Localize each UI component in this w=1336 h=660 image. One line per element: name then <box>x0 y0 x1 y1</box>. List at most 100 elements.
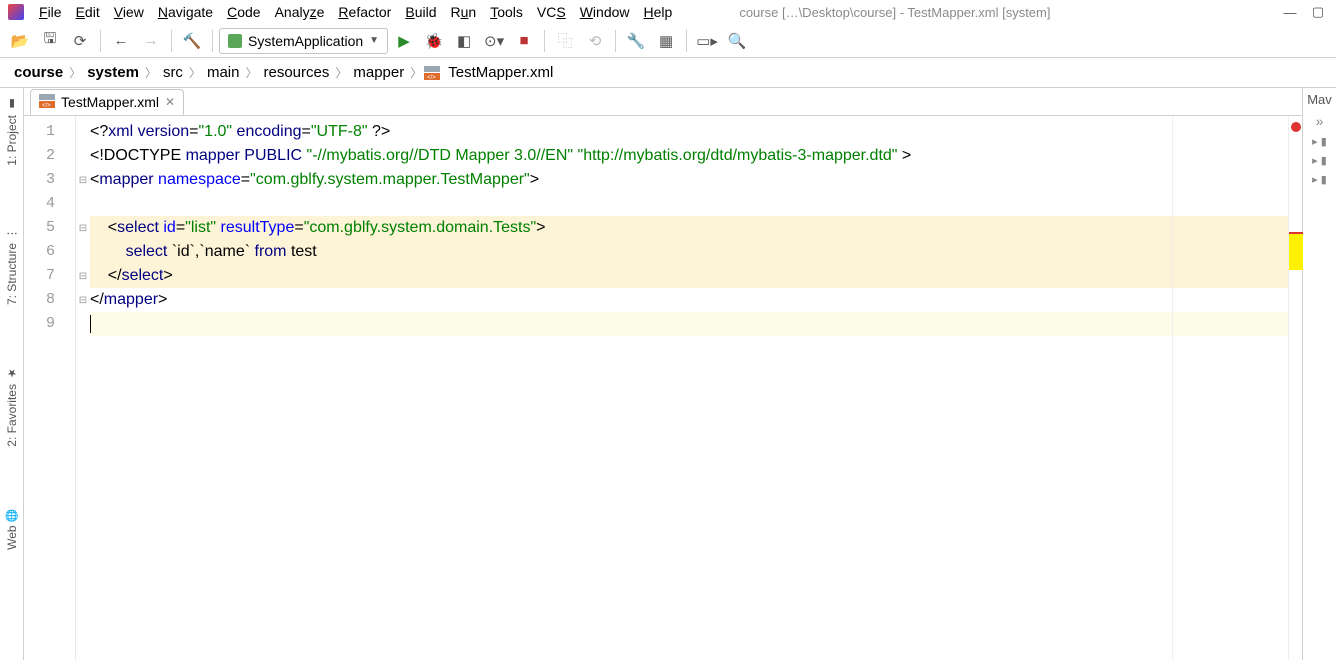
star-icon: ★ <box>5 367 18 380</box>
wrench-icon[interactable]: 🔧 <box>622 27 650 55</box>
coverage-icon[interactable]: ◧ <box>450 27 478 55</box>
menu-tools[interactable]: Tools <box>483 4 530 20</box>
code-line: <!DOCTYPE mapper PUBLIC "-//mybatis.org/… <box>90 144 1288 168</box>
fold-gutter: ⊟ ⊟ ⊟ ⊟ <box>76 116 90 660</box>
web-tool-button[interactable]: Web🌐 <box>5 502 19 556</box>
web-label: Web <box>5 526 19 550</box>
more-icon[interactable]: » <box>1316 113 1324 129</box>
breadcrumb-item[interactable]: src <box>159 64 187 81</box>
menu-build[interactable]: Build <box>398 4 443 20</box>
breadcrumb-item[interactable]: system <box>83 64 143 81</box>
code-line: select `id`,`name` from test <box>90 240 1288 264</box>
menu-run[interactable]: Run <box>444 4 484 20</box>
separator <box>100 30 101 52</box>
editor-column: </> TestMapper.xml ✕ 1 2 3 4 5 6 7 8 9 <box>24 88 1302 660</box>
menu-navigate-label: avigate <box>168 4 213 20</box>
stop-icon[interactable]: ■ <box>510 27 538 55</box>
window-title: course […\Desktop\course] - TestMapper.x… <box>679 5 1276 20</box>
fold-empty <box>76 240 90 264</box>
maximize-button[interactable]: ▢ <box>1304 4 1332 20</box>
fold-end-icon: ⊟ <box>76 288 90 312</box>
menu-analyze-label: e <box>317 4 325 20</box>
separator <box>171 30 172 52</box>
line-number-gutter: 1 2 3 4 5 6 7 8 9 <box>24 116 76 660</box>
code-line: </mapper> <box>90 288 1288 312</box>
rail-marker[interactable]: ▸ ▮ <box>1303 173 1336 186</box>
search-icon[interactable]: 🔍 <box>723 27 751 55</box>
maven-tool-button[interactable]: Mav <box>1307 92 1332 107</box>
breadcrumb-item[interactable]: main <box>203 64 244 81</box>
right-tool-rail: Mav » ▸ ▮ ▸ ▮ ▸ ▮ <box>1302 88 1336 660</box>
breadcrumb-item[interactable]: course <box>10 64 67 81</box>
fold-toggle-icon[interactable]: ⊟ <box>76 168 90 192</box>
project-icon: ▮ <box>5 98 18 111</box>
svg-text:</>: </> <box>427 75 436 80</box>
menu-code-label: ode <box>237 4 260 20</box>
warning-marker[interactable] <box>1289 234 1303 270</box>
breadcrumb-item[interactable]: resources <box>259 64 333 81</box>
menu-edit[interactable]: Edit <box>69 4 107 20</box>
line-number: 7 <box>24 264 75 288</box>
build-icon[interactable]: 🔨 <box>178 27 206 55</box>
error-indicator-icon[interactable] <box>1291 122 1301 132</box>
forward-icon[interactable]: → <box>137 27 165 55</box>
code-line: <select id="list" resultType="com.gblfy.… <box>90 216 1288 240</box>
fold-empty <box>76 192 90 216</box>
menu-file[interactable]: File <box>32 4 69 20</box>
breadcrumb-item[interactable]: mapper <box>349 64 408 81</box>
sync-icon[interactable]: ⟳ <box>66 27 94 55</box>
code-area[interactable]: <?xml version="1.0" encoding="UTF-8" ?> … <box>90 116 1288 660</box>
line-number: 4 <box>24 192 75 216</box>
structure-rail-icon: ⋮ <box>5 228 18 239</box>
project-tool-button[interactable]: 1: Project ▮ <box>5 92 19 172</box>
line-number: 6 <box>24 240 75 264</box>
attach-icon[interactable]: ⿻ <box>551 27 579 55</box>
run-icon[interactable]: ▶ <box>390 27 418 55</box>
menu-help[interactable]: Help <box>637 4 680 20</box>
structure-tool-button[interactable]: 7: Structure⋮ <box>5 222 19 311</box>
toolbar: 📂 🖫 ⟳ ← → 🔨 SystemApplication ▼ ▶ 🐞 ◧ ⊙▾… <box>0 24 1336 58</box>
presentation-icon[interactable]: ▭▸ <box>693 27 721 55</box>
code-line <box>90 192 1288 216</box>
menu-window[interactable]: Window <box>573 4 637 20</box>
updates-icon[interactable]: ⟲ <box>581 27 609 55</box>
error-stripe[interactable] <box>1288 116 1302 660</box>
save-all-icon[interactable]: 🖫 <box>36 27 64 55</box>
menu-edit-label: dit <box>85 4 100 20</box>
fold-toggle-icon[interactable]: ⊟ <box>76 216 90 240</box>
close-tab-icon[interactable]: ✕ <box>165 95 175 109</box>
editor: 1 2 3 4 5 6 7 8 9 ⊟ ⊟ ⊟ ⊟ <box>24 116 1302 660</box>
code-line: <?xml version="1.0" encoding="UTF-8" ?> <box>90 120 1288 144</box>
menu-navigate[interactable]: Navigate <box>151 4 220 20</box>
menu-vcs[interactable]: VCS <box>530 4 573 20</box>
back-icon[interactable]: ← <box>107 27 135 55</box>
app-icon <box>8 4 24 20</box>
code-line: </select> <box>90 264 1288 288</box>
svg-text:</>: </> <box>42 103 51 108</box>
favorites-tool-button[interactable]: 2: Favorites★ <box>5 361 19 453</box>
structure-icon[interactable]: ▦ <box>652 27 680 55</box>
menu-code[interactable]: Code <box>220 4 267 20</box>
menu-run-label: n <box>468 4 476 20</box>
open-icon[interactable]: 📂 <box>6 27 34 55</box>
fold-end-icon: ⊟ <box>76 264 90 288</box>
menu-analyze[interactable]: Analyze <box>268 4 332 20</box>
breadcrumb-item[interactable]: TestMapper.xml <box>444 64 557 81</box>
fold-empty <box>76 144 90 168</box>
menu-refactor-label: efactor <box>349 4 392 20</box>
menu-refactor[interactable]: Refactor <box>331 4 398 20</box>
rail-marker[interactable]: ▸ ▮ <box>1303 154 1336 167</box>
run-configuration-select[interactable]: SystemApplication ▼ <box>219 28 388 54</box>
profile-icon[interactable]: ⊙▾ <box>480 27 508 55</box>
minimize-button[interactable]: — <box>1276 5 1304 20</box>
left-tool-rail: 1: Project▮ 7: Structure⋮ 2: Favorites★ … <box>0 88 24 660</box>
fold-empty <box>76 120 90 144</box>
chevron-down-icon: ▼ <box>369 35 379 46</box>
menu-view[interactable]: View <box>107 4 151 20</box>
project-label: 1: Project <box>5 115 19 166</box>
chevron-right-icon: 〉 <box>333 64 349 81</box>
debug-icon[interactable]: 🐞 <box>420 27 448 55</box>
editor-tab[interactable]: </> TestMapper.xml ✕ <box>30 89 184 115</box>
rail-marker[interactable]: ▸ ▮ <box>1303 135 1336 148</box>
line-number: 3 <box>24 168 75 192</box>
